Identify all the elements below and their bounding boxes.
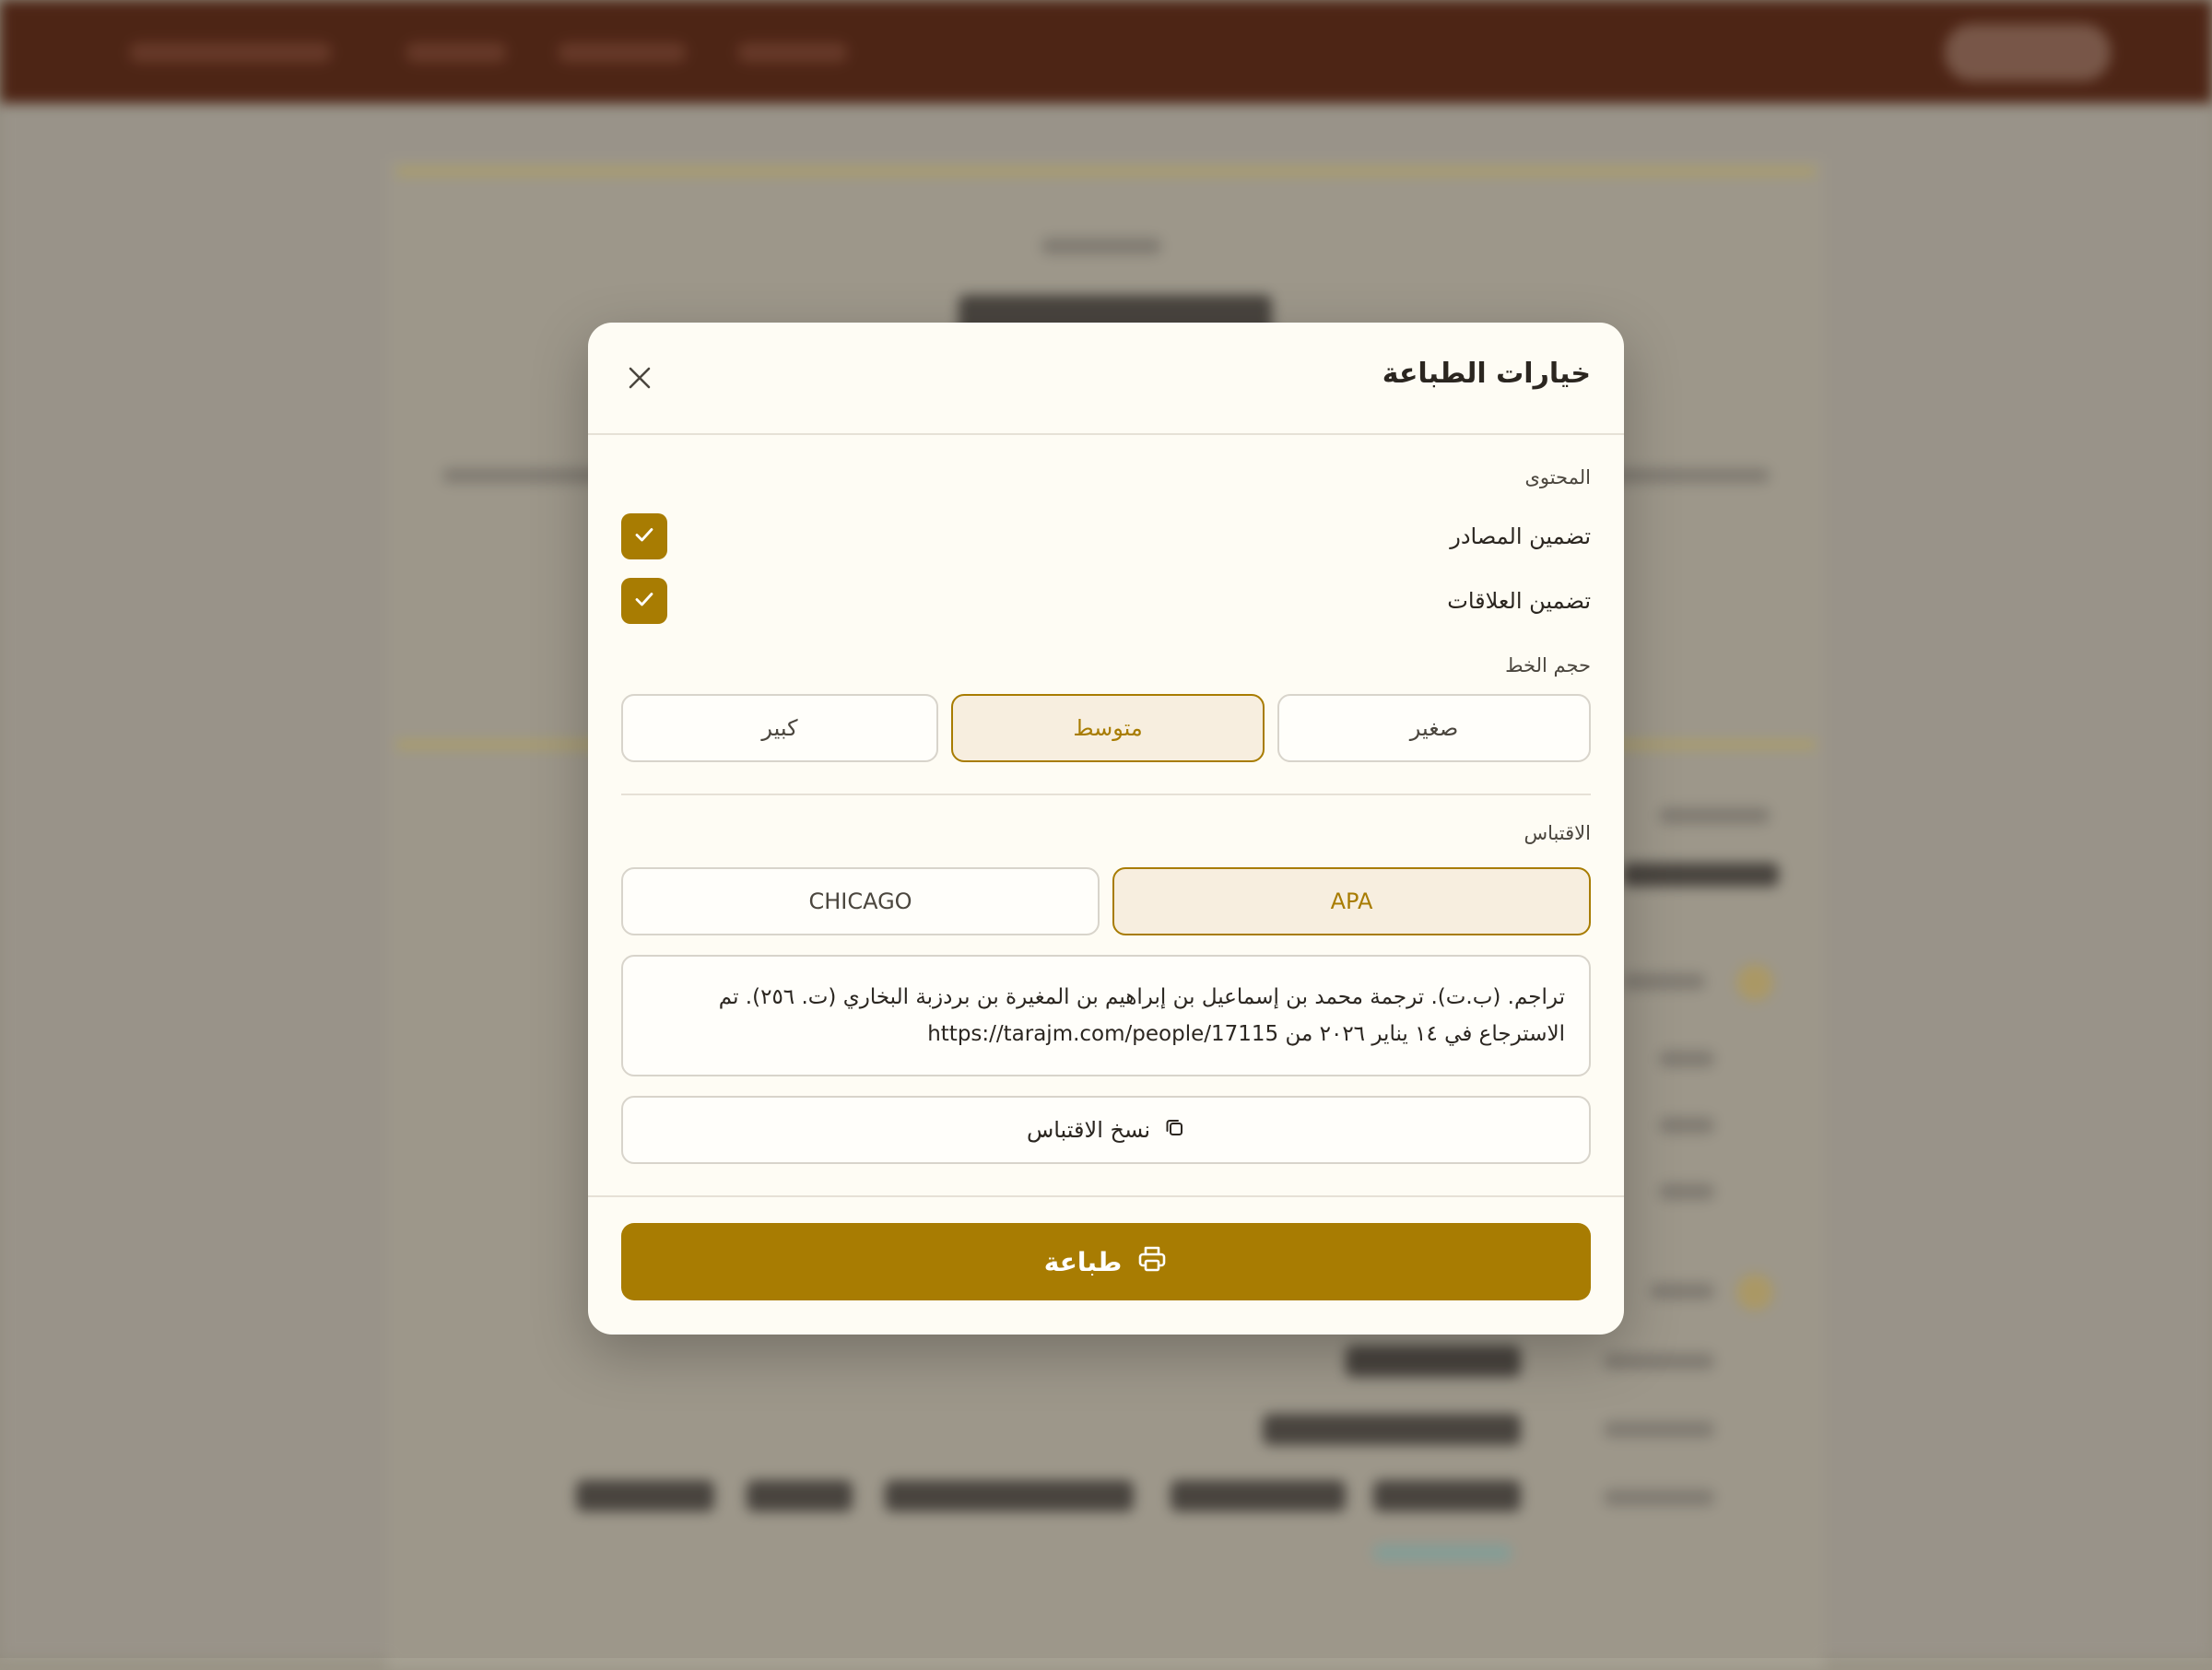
close-button[interactable] [621, 361, 658, 398]
include-sources-checkbox[interactable] [621, 513, 667, 559]
font-size-section-label: حجم الخط [1505, 654, 1591, 676]
font-size-medium-button[interactable]: متوسط [951, 694, 1265, 762]
font-size-small-button[interactable]: صغير [1277, 694, 1591, 762]
include-sources-label: تضمين المصادر [1450, 523, 1591, 549]
font-size-large-button[interactable]: كبير [621, 694, 938, 762]
copy-icon [1163, 1116, 1185, 1144]
print-options-dialog: خيارات الطباعة المحتوى تضمين المصادر تضم… [588, 323, 1624, 1335]
citation-apa-button[interactable]: APA [1112, 867, 1591, 935]
citation-text: تراجم. (ب.ت). ترجمة محمد بن إسماعيل بن إ… [621, 955, 1591, 1076]
printer-icon [1136, 1243, 1168, 1281]
copy-citation-button[interactable]: نسخ الاقتباس [621, 1096, 1591, 1164]
check-icon [633, 588, 655, 614]
include-relations-label: تضمين العلاقات [1447, 588, 1591, 614]
dialog-title: خيارات الطباعة [1382, 358, 1591, 390]
print-button[interactable]: طباعة [621, 1223, 1591, 1300]
print-label: طباعة [1044, 1247, 1122, 1277]
include-sources-row[interactable]: تضمين المصادر [621, 513, 1591, 559]
include-relations-checkbox[interactable] [621, 578, 667, 624]
close-icon [628, 366, 652, 394]
footer-divider [588, 1195, 1624, 1197]
check-icon [633, 523, 655, 549]
citation-section-label: الاقتباس [1524, 822, 1591, 844]
dialog-header: خيارات الطباعة [588, 323, 1624, 435]
citation-chicago-button[interactable]: CHICAGO [621, 867, 1100, 935]
content-section-label: المحتوى [1524, 466, 1591, 488]
section-divider [621, 794, 1591, 795]
include-relations-row[interactable]: تضمين العلاقات [621, 578, 1591, 624]
copy-citation-label: نسخ الاقتباس [1027, 1117, 1150, 1143]
